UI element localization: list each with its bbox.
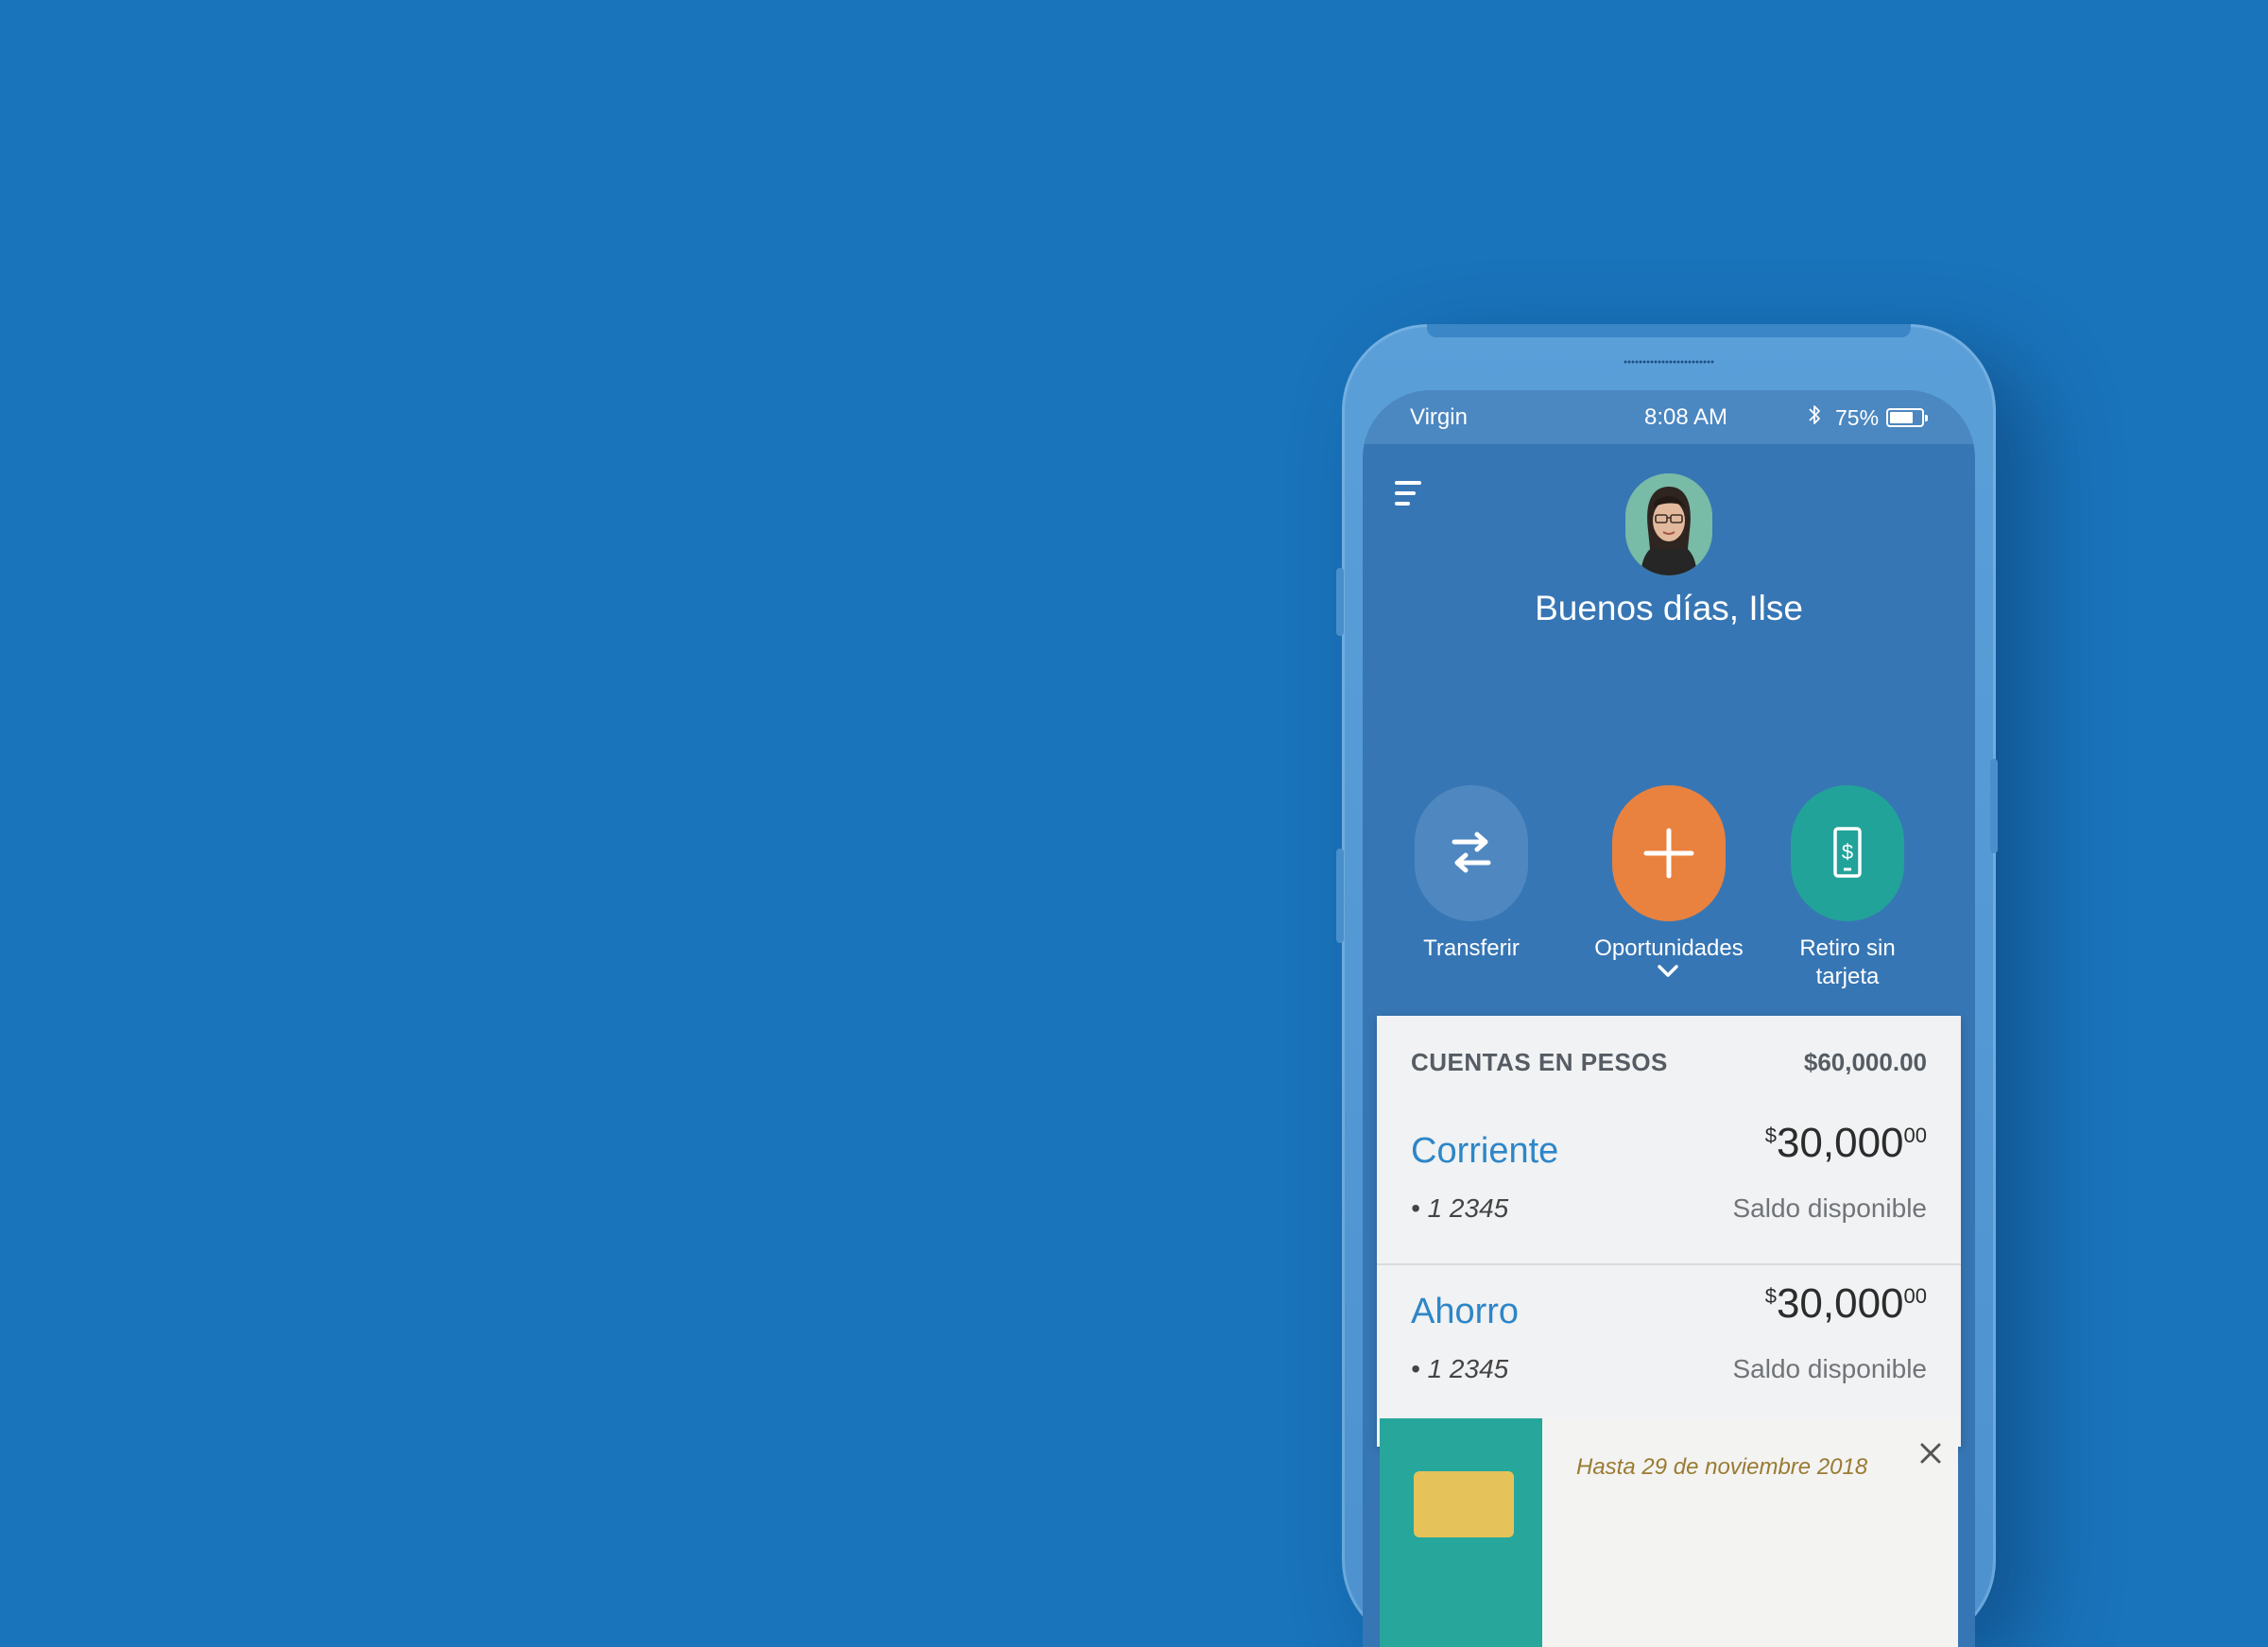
accounts-card: CUENTAS EN PESOS $60,000.00 Corriente • … bbox=[1377, 1016, 1961, 1447]
plus-icon bbox=[1643, 828, 1694, 879]
promo-banner[interactable]: Hasta 29 de noviembre 2018 bbox=[1380, 1418, 1958, 1647]
account-number: • 1 2345 bbox=[1411, 1193, 1509, 1223]
transfer-arrows-icon bbox=[1452, 832, 1491, 873]
bluetooth-icon bbox=[1807, 403, 1822, 434]
promo-image bbox=[1380, 1418, 1542, 1647]
phone-dollar-icon: $ bbox=[1833, 827, 1862, 878]
account-name: Ahorro bbox=[1411, 1292, 1520, 1331]
battery-percent-label: 75% bbox=[1835, 405, 1880, 430]
accounts-card-title: CUENTAS EN PESOS bbox=[1411, 1048, 1668, 1076]
account-item-corriente[interactable]: Corriente • 1 2345 $30,00000 Saldo dispo… bbox=[1377, 1082, 1961, 1261]
accounts-card-total: $60,000.00 bbox=[1803, 1048, 1927, 1076]
chevron-down-icon[interactable] bbox=[1648, 959, 1688, 986]
greeting-text: Buenos días, Ilse bbox=[1535, 589, 1803, 627]
account-balance-caption: Saldo disponible bbox=[1732, 1354, 1928, 1383]
account-number: • 1 2345 bbox=[1411, 1354, 1509, 1383]
promo-date-text: Hasta 29 de noviembre 2018 bbox=[1576, 1454, 1868, 1480]
battery-icon bbox=[1886, 408, 1928, 427]
phone-top-edge bbox=[1427, 324, 1911, 337]
account-item-ahorro[interactable]: Ahorro • 1 2345 $30,00000 Saldo disponib… bbox=[1377, 1243, 1961, 1422]
carrier-label: Virgin bbox=[1410, 404, 1468, 430]
phone-volume-button bbox=[1336, 568, 1344, 636]
phone-speaker bbox=[1624, 359, 1714, 365]
accounts-card-header: CUENTAS EN PESOS $60,000.00 bbox=[1411, 1048, 1927, 1086]
opportunities-button[interactable] bbox=[1612, 785, 1726, 921]
account-balance: $30,00000 bbox=[1764, 1280, 1927, 1327]
transfer-button[interactable] bbox=[1415, 785, 1528, 921]
transfer-label: Transferir bbox=[1423, 935, 1520, 961]
account-name: Corriente bbox=[1411, 1131, 1559, 1171]
svg-text:$: $ bbox=[1842, 840, 1853, 864]
cardless-withdrawal-label: Retiro sin tarjeta bbox=[1799, 935, 1896, 989]
status-bar: Virgin 8:08 AM 75% bbox=[1363, 390, 1975, 444]
credit-card-icon bbox=[1414, 1471, 1514, 1537]
cardless-withdrawal-action[interactable]: $ Retiro sin tarjeta bbox=[1758, 785, 1937, 991]
transfer-action[interactable]: Transferir bbox=[1382, 785, 1561, 963]
hamburger-menu-icon[interactable] bbox=[1395, 481, 1423, 507]
cardless-withdrawal-button[interactable]: $ bbox=[1791, 785, 1904, 921]
account-balance: $30,00000 bbox=[1764, 1120, 1927, 1166]
clock-label: 8:08 AM bbox=[1643, 404, 1728, 430]
close-icon[interactable] bbox=[1913, 1435, 1949, 1471]
avatar[interactable] bbox=[1625, 473, 1712, 575]
phone-power-button bbox=[1990, 759, 1998, 853]
opportunities-action[interactable]: Oportunidades bbox=[1579, 785, 1759, 963]
phone-side-button bbox=[1336, 849, 1344, 943]
phone-mockup: Virgin 8:08 AM 75% Buenos días, Ilse Tra… bbox=[1336, 324, 1998, 1647]
app-screen: Virgin 8:08 AM 75% Buenos días, Ilse Tra… bbox=[1363, 390, 1975, 1647]
account-balance-caption: Saldo disponible bbox=[1732, 1193, 1928, 1223]
